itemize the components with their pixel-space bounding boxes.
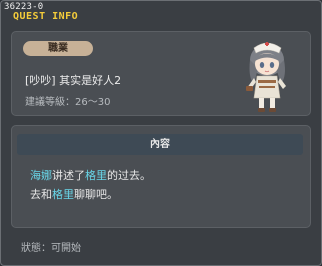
description-text: 聊聊吧。 xyxy=(74,188,118,201)
npc-name-link: 格里 xyxy=(52,188,74,201)
description-text: 讲述了 xyxy=(52,169,85,182)
description-line: 海娜讲述了格里的过去。 xyxy=(30,166,300,185)
quest-content-panel: 內容 海娜讲述了格里的过去。 去和格里聊聊吧。 xyxy=(11,125,311,228)
quest-name: [吵吵] 其实是好人2 xyxy=(25,74,122,87)
npc-name-link: 海娜 xyxy=(30,169,52,182)
recommended-level: 建議等級：26～30 xyxy=(25,97,111,108)
quest-info-window: 36223-0 QUEST INFO 職業 [吵吵] 其实是好人2 建議等級：2… xyxy=(0,0,322,266)
content-header: 內容 xyxy=(17,134,303,155)
npc-name-link: 格里 xyxy=(85,169,107,182)
window-title: QUEST INFO xyxy=(13,11,79,22)
nurse-npc-portrait-icon xyxy=(246,42,286,112)
quest-info-panel: 職業 [吵吵] 其实是好人2 建議等級：26～30 xyxy=(11,31,311,116)
description-text: 去和 xyxy=(30,188,52,201)
quest-status: 狀態：可開始 xyxy=(21,243,81,254)
job-badge: 職業 xyxy=(23,41,93,56)
quest-description: 海娜讲述了格里的过去。 去和格里聊聊吧。 xyxy=(30,166,300,204)
description-line: 去和格里聊聊吧。 xyxy=(30,185,300,204)
description-text: 的过去。 xyxy=(107,169,151,182)
